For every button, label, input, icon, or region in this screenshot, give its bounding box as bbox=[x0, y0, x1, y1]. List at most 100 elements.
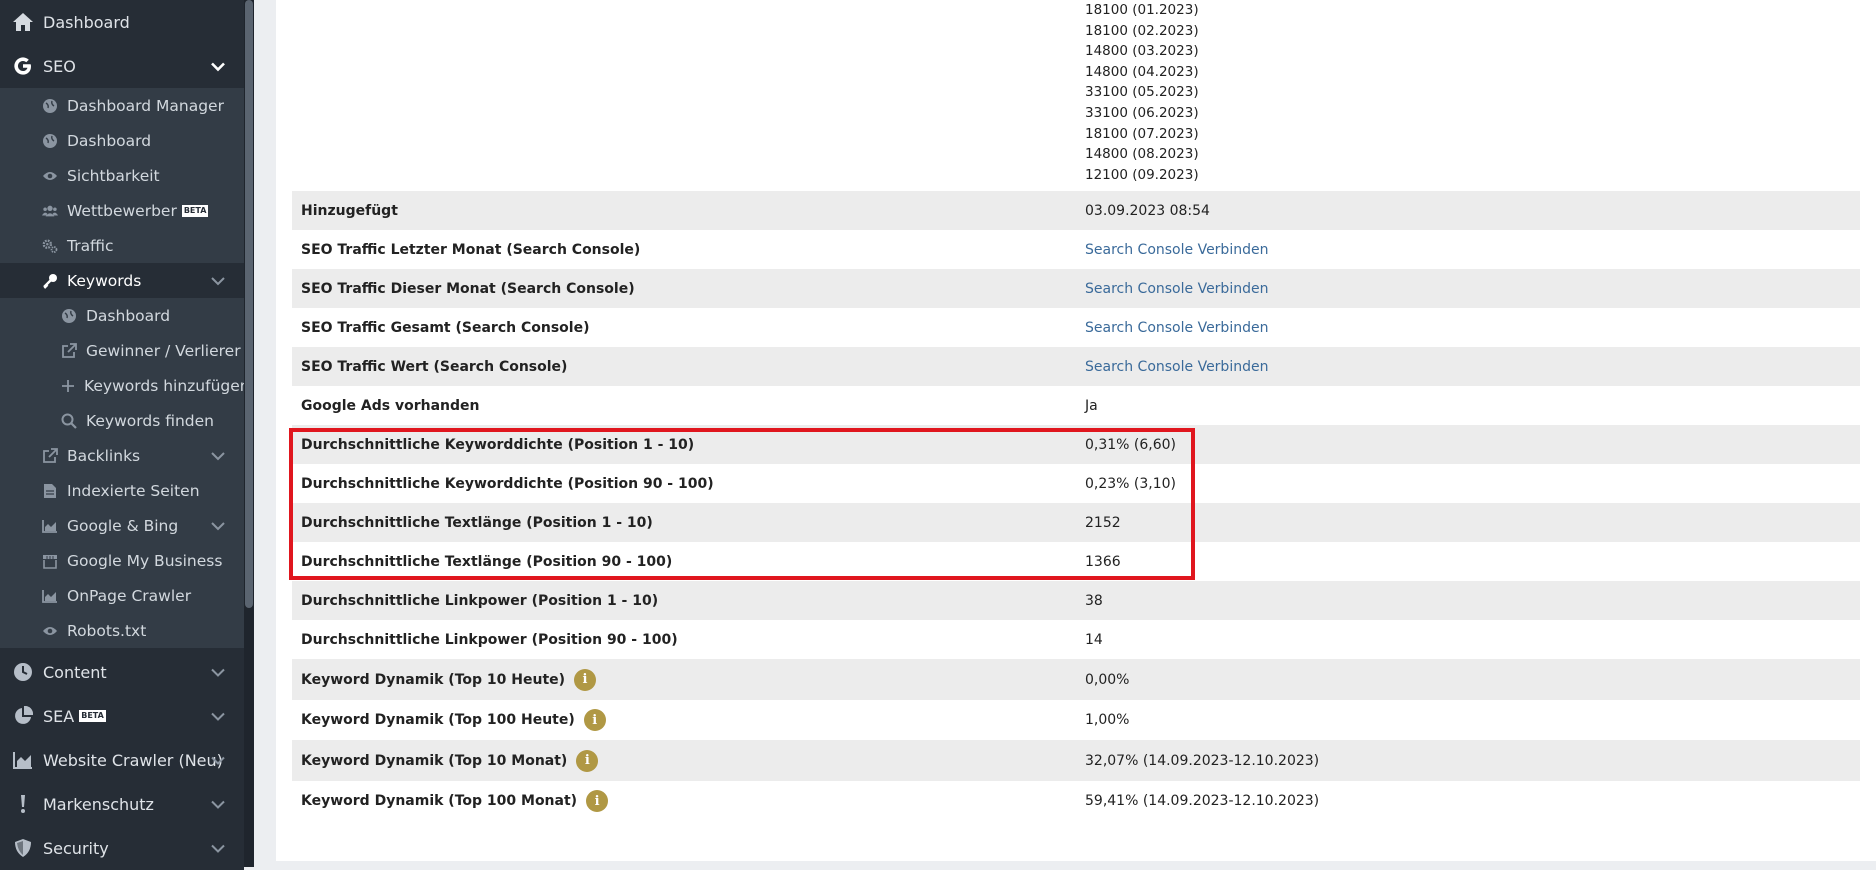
globe-icon bbox=[61, 308, 77, 324]
nav-google-my-business[interactable]: Google My Business bbox=[0, 543, 244, 578]
key-icon bbox=[42, 273, 58, 289]
area-chart-icon bbox=[42, 518, 58, 534]
info-icon[interactable]: i bbox=[583, 709, 606, 731]
nav-markenschutz[interactable]: Markenschutz bbox=[0, 782, 244, 826]
eye-icon bbox=[42, 623, 58, 639]
nav-gewinner-verlierer[interactable]: Gewinner / Verlierer bbox=[0, 333, 244, 368]
nav-markenschutz-label: Markenschutz bbox=[43, 794, 154, 814]
info-icon[interactable]: i bbox=[576, 749, 599, 772]
row-label: Hinzugefügt bbox=[301, 202, 398, 219]
beta-badge: BETA bbox=[79, 710, 106, 722]
google-icon bbox=[12, 55, 34, 77]
table-row: Durchschnittliche Linkpower (Position 90… bbox=[292, 620, 1860, 659]
nav-wettbewerber[interactable]: Wettbewerber BETA bbox=[0, 193, 244, 228]
scrollbar-thumb[interactable] bbox=[245, 0, 253, 608]
nav-sichtbarkeit[interactable]: Sichtbarkeit bbox=[0, 158, 244, 193]
row-value: Ja bbox=[1085, 397, 1098, 414]
users-icon bbox=[42, 203, 58, 219]
chevron-down-icon bbox=[210, 839, 226, 858]
nav-content-label: Content bbox=[43, 662, 107, 682]
row-label: SEO Traffic Wert (Search Console) bbox=[301, 358, 568, 375]
nav-traffic[interactable]: Traffic bbox=[0, 228, 244, 263]
volume-entry: 18100 (07.2023) bbox=[1085, 125, 1199, 142]
nav-google-bing[interactable]: Google & Bing bbox=[0, 508, 244, 543]
file-icon bbox=[42, 483, 58, 499]
volume-entry: 12100 (09.2023) bbox=[1085, 166, 1199, 183]
chevron-down-icon bbox=[210, 517, 226, 535]
eye-icon bbox=[42, 168, 58, 184]
volume-entry: 18100 (02.2023) bbox=[1085, 22, 1199, 39]
search-console-connect-link[interactable]: Search Console Verbinden bbox=[1085, 359, 1268, 375]
search-console-connect-link[interactable]: Search Console Verbinden bbox=[1085, 242, 1268, 258]
globe-icon bbox=[42, 133, 58, 149]
nav-wettbewerber-label: Wettbewerber bbox=[67, 201, 177, 220]
row-label-wrap: Keyword Dynamik (Top 10 Monat) i bbox=[301, 749, 599, 772]
beta-badge: BETA bbox=[181, 204, 209, 217]
nav-dashboard-manager[interactable]: Dashboard Manager bbox=[0, 88, 244, 123]
nav-keywords-finden[interactable]: Keywords finden bbox=[0, 403, 244, 438]
info-icon[interactable]: i bbox=[586, 790, 609, 812]
row-label: Keyword Dynamik (Top 100 Monat) bbox=[301, 793, 578, 809]
search-icon bbox=[61, 413, 77, 429]
pie-chart-icon bbox=[12, 705, 34, 727]
nav-indexierte-seiten[interactable]: Indexierte Seiten bbox=[0, 473, 244, 508]
nav-keywords[interactable]: Keywords bbox=[0, 263, 244, 298]
nav-content[interactable]: Content bbox=[0, 650, 244, 694]
chevron-down-icon bbox=[210, 707, 226, 726]
nav-indexierte-seiten-label: Indexierte Seiten bbox=[67, 481, 200, 500]
nav-google-my-business-label: Google My Business bbox=[67, 551, 223, 570]
exclamation-icon bbox=[12, 793, 34, 815]
row-label: Durchschnittliche Textlänge (Position 1 … bbox=[301, 514, 653, 531]
nav-dashboard[interactable]: Dashboard bbox=[0, 0, 244, 44]
nav-robots[interactable]: Robots.txt bbox=[0, 613, 244, 648]
volume-entry: 33100 (05.2023) bbox=[1085, 84, 1199, 101]
nav-seo-label: SEO bbox=[43, 56, 76, 76]
nav-keywords-dashboard[interactable]: Dashboard bbox=[0, 298, 244, 333]
row-value: 32,07% (14.09.2023-12.10.2023) bbox=[1085, 752, 1320, 769]
nav-keywords-hinzufuegen[interactable]: Keywords hinzufügen bbox=[0, 368, 250, 403]
nav-robots-label: Robots.txt bbox=[67, 621, 147, 640]
nav-backlinks-label: Backlinks bbox=[67, 446, 141, 465]
row-label: Keyword Dynamik (Top 100 Heute) bbox=[301, 712, 575, 728]
row-value: 0,31% (6,60) bbox=[1085, 436, 1177, 453]
row-label-wrap: Keyword Dynamik (Top 100 Monat) i bbox=[301, 790, 609, 812]
area-chart-icon bbox=[42, 588, 58, 604]
nav-seo[interactable]: SEO bbox=[0, 44, 244, 88]
sidebar: Dashboard SEO Dashboard Manager Dashboar… bbox=[0, 0, 254, 870]
store-icon bbox=[42, 553, 58, 569]
nav-website-crawler[interactable]: Website Crawler (Neu) bbox=[0, 738, 244, 782]
table-row: Keyword Dynamik (Top 100 Monat) i 59,41% … bbox=[292, 781, 1860, 821]
table-row: Hinzugefügt 03.09.2023 08:54 bbox=[292, 191, 1860, 230]
search-console-connect-link[interactable]: Search Console Verbinden bbox=[1085, 281, 1268, 297]
chevron-down-icon bbox=[210, 795, 226, 814]
row-value: 59,41% (14.09.2023-12.10.2023) bbox=[1085, 793, 1320, 809]
nav-sea[interactable]: SEA BETA bbox=[0, 694, 244, 738]
volume-entry: 18100 (01.2023) bbox=[1085, 2, 1199, 18]
row-label-wrap: Keyword Dynamik (Top 10 Heute) i bbox=[301, 668, 597, 691]
nav-onpage-crawler[interactable]: OnPage Crawler bbox=[0, 578, 244, 613]
table-row: Keyword Dynamik (Top 10 Heute) i 0,00% bbox=[292, 659, 1860, 700]
nav-seo-dashboard[interactable]: Dashboard bbox=[0, 123, 244, 158]
sidebar-scrollbar[interactable] bbox=[244, 0, 254, 867]
area-chart-icon bbox=[12, 749, 34, 771]
search-volume-history: 18100 (01.2023) 18100 (02.2023) 14800 (0… bbox=[1085, 0, 1199, 185]
row-label: Keyword Dynamik (Top 10 Heute) bbox=[301, 671, 566, 688]
nav-backlinks[interactable]: Backlinks bbox=[0, 438, 244, 473]
nav-keywords-dashboard-label: Dashboard bbox=[86, 306, 171, 325]
info-icon[interactable]: i bbox=[574, 668, 597, 691]
table-row: SEO Traffic Wert (Search Console) Search… bbox=[292, 347, 1860, 386]
chevron-down-icon bbox=[210, 57, 226, 76]
volume-entry: 14800 (04.2023) bbox=[1085, 63, 1199, 80]
nav-security[interactable]: Security bbox=[0, 826, 244, 870]
row-value: 0,00% bbox=[1085, 671, 1130, 688]
table-row: Durchschnittliche Linkpower (Position 1 … bbox=[292, 581, 1860, 620]
row-value: 38 bbox=[1085, 592, 1103, 609]
chevron-down-icon bbox=[210, 447, 226, 465]
row-value: 14 bbox=[1085, 631, 1103, 648]
nav-google-bing-label: Google & Bing bbox=[67, 516, 179, 535]
nav-sea-label: SEA bbox=[43, 706, 75, 726]
row-label: Durchschnittliche Textlänge (Position 90… bbox=[301, 553, 673, 570]
search-console-connect-link[interactable]: Search Console Verbinden bbox=[1085, 320, 1268, 336]
nav-sichtbarkeit-label: Sichtbarkeit bbox=[67, 166, 160, 185]
external-link-icon bbox=[42, 447, 58, 464]
